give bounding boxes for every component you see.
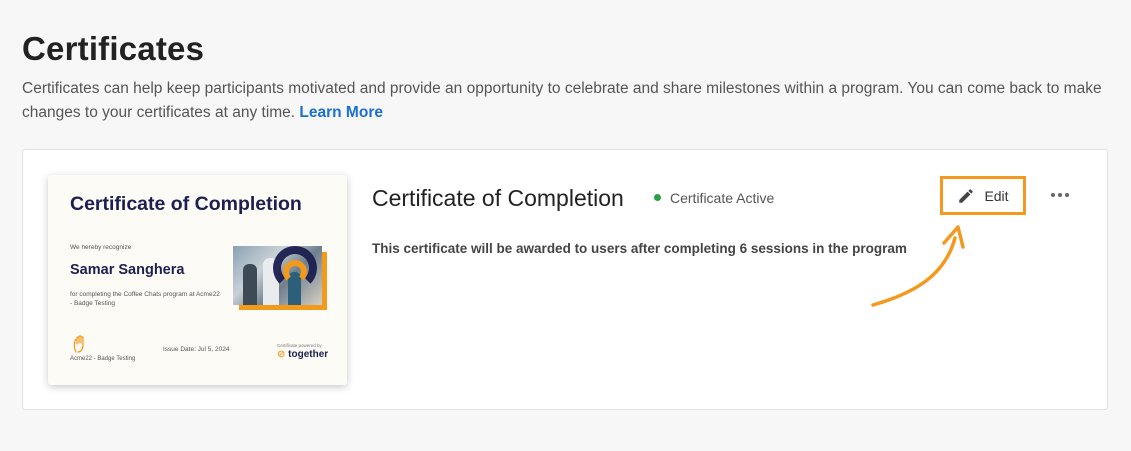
- preview-for-text: for completing the Coffee Chats program …: [70, 291, 220, 307]
- preview-photo: [233, 246, 322, 305]
- hand-logo-icon: [73, 335, 84, 353]
- preview-org: Acme22 - Badge Testing: [70, 356, 136, 362]
- more-horizontal-icon: [1051, 193, 1069, 197]
- edit-button-label: Edit: [984, 187, 1009, 204]
- edit-button[interactable]: Edit: [940, 176, 1026, 215]
- more-options-button[interactable]: [1049, 188, 1071, 202]
- certificate-title: Certificate of Completion: [372, 185, 624, 211]
- together-logo: ⊘ together: [277, 349, 329, 360]
- certificate-preview[interactable]: Certificate of Completion We hereby reco…: [48, 175, 347, 385]
- page-description: Certificates can help keep participants …: [22, 80, 1102, 121]
- together-logo-icon: ⊘: [277, 349, 286, 360]
- certificate-description: This certificate will be awarded to user…: [372, 241, 907, 256]
- status-dot-icon: [654, 194, 661, 201]
- preview-recognize-text: We hereby recognize: [70, 244, 132, 251]
- preview-issue-date: Issue Date: Jul 5, 2024: [163, 346, 230, 353]
- preview-recipient-name: Samar Sanghera: [70, 262, 185, 278]
- pencil-icon: [959, 188, 974, 203]
- certificate-card: Certificate of Completion We hereby reco…: [22, 149, 1108, 410]
- status-badge: Certificate Active: [654, 190, 774, 206]
- preview-title: Certificate of Completion: [70, 193, 302, 215]
- preview-powered-by: Certificate powered by: [277, 343, 322, 348]
- learn-more-link[interactable]: Learn More: [299, 104, 383, 121]
- page-title: Certificates: [22, 30, 205, 67]
